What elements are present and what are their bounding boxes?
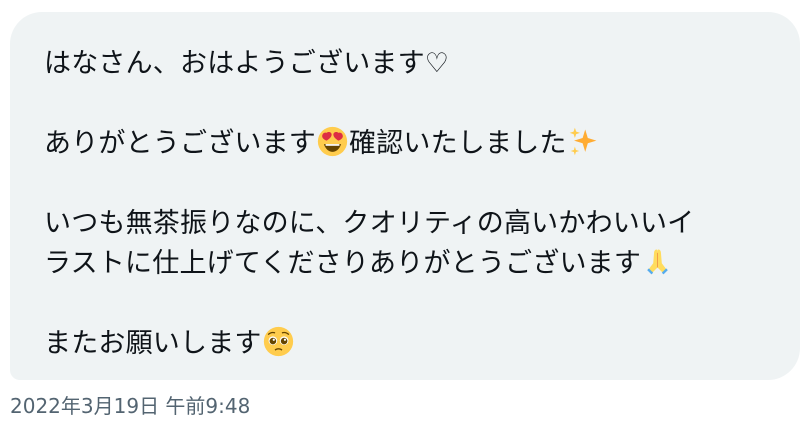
message-gap: [44, 284, 800, 324]
message-closing-text: またお願いします: [44, 328, 262, 359]
sparkles-emoji-icon: [568, 126, 599, 157]
message-timestamp: 2022年3月19日 午前9:48: [10, 394, 251, 418]
message-bubble: はなさん、おはようございます♡ ありがとうございます 確認いたしました いつも無…: [10, 12, 800, 380]
message-line-closing: またお願いします: [44, 324, 800, 364]
message-confirmed-text: 確認いたしました: [349, 128, 567, 159]
message-line-greeting: はなさん、おはようございます♡: [44, 48, 450, 79]
message-body-2-text: ラストに仕上げてくださりありがとうございます: [44, 248, 642, 279]
message-gap: [44, 84, 800, 124]
message-line-body-1: いつも無茶振りなのに、クオリティの高いかわいいイ: [44, 208, 695, 239]
message-line-thanks: ありがとうございます 確認いたしました: [44, 124, 800, 164]
heart-eyes-emoji-icon: [317, 126, 348, 157]
folded-hands-emoji-icon: [642, 246, 673, 277]
message-thanks-text: ありがとうございます: [44, 128, 316, 159]
message-gap: [44, 164, 800, 204]
pleading-face-emoji-icon: [263, 326, 294, 357]
message-line-body-2: ラストに仕上げてくださりありがとうございます: [44, 244, 800, 284]
